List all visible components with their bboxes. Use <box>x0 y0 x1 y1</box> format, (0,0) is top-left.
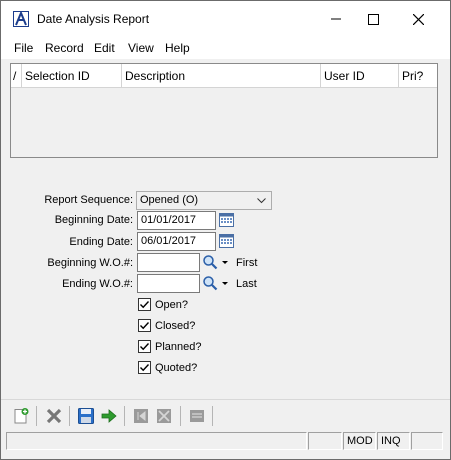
dropdown-arrow-icon[interactable] <box>220 275 230 292</box>
beginning-wo-input[interactable] <box>137 253 200 272</box>
maximize-button[interactable] <box>350 1 396 37</box>
toolbar <box>1 399 450 431</box>
status-cell-blank <box>308 432 342 450</box>
beginning-wo-label: Beginning W.O.#: <box>47 257 133 269</box>
status-bar: MOD INQ <box>1 432 450 450</box>
search-icon[interactable] <box>202 275 218 291</box>
report-sequence-value: Opened (O) <box>140 194 199 206</box>
expand-icon <box>155 407 173 425</box>
beginning-date-input[interactable]: 01/01/2017 <box>137 211 216 230</box>
beginning-date-label: Beginning Date: <box>54 214 133 226</box>
menu-help[interactable]: Help <box>165 41 190 55</box>
closed-checkbox-label: Closed? <box>155 320 196 332</box>
grid-col-selection-id[interactable]: Selection ID <box>22 64 122 88</box>
toolbar-separator <box>124 406 125 426</box>
search-icon[interactable] <box>202 254 218 270</box>
menu-record[interactable]: Record <box>45 41 84 55</box>
toolbar-separator <box>36 406 37 426</box>
ending-wo-input[interactable] <box>137 274 200 293</box>
new-icon[interactable] <box>12 407 30 425</box>
grid-header: / Selection ID Description User ID Pri? <box>11 64 437 88</box>
status-cell-mod: MOD <box>343 432 376 450</box>
save-icon[interactable] <box>77 407 95 425</box>
grid-col-description[interactable]: Description <box>122 64 321 88</box>
app-window: Date Analysis Report File Record Edit Vi… <box>0 0 451 460</box>
ending-date-label: Ending Date: <box>69 236 133 248</box>
quoted-checkbox-label: Quoted? <box>155 362 198 374</box>
menu-view[interactable]: View <box>128 41 154 55</box>
report-sequence-select[interactable]: Opened (O) <box>136 191 272 210</box>
quoted-checkbox[interactable] <box>138 361 151 374</box>
ending-date-input[interactable]: 06/01/2017 <box>137 232 216 251</box>
close-button[interactable] <box>395 1 441 37</box>
chevron-down-icon <box>257 198 266 204</box>
closed-checkbox[interactable] <box>138 319 151 332</box>
report-sequence-label: Report Sequence: <box>44 194 133 206</box>
status-cell-message <box>6 432 307 450</box>
menu-bar: File Record Edit View Help <box>1 37 450 59</box>
ending-wo-label: Ending W.O.#: <box>62 278 133 290</box>
planned-checkbox-label: Planned? <box>155 341 202 353</box>
menu-file[interactable]: File <box>14 41 33 55</box>
calendar-icon[interactable] <box>219 233 236 250</box>
first-icon <box>132 407 150 425</box>
first-link[interactable]: First <box>236 255 257 271</box>
toolbar-separator <box>69 406 70 426</box>
title-bar: Date Analysis Report <box>1 1 450 37</box>
app-logo-icon <box>13 11 29 27</box>
open-checkbox[interactable] <box>138 298 151 311</box>
planned-checkbox[interactable] <box>138 340 151 353</box>
list-icon <box>188 407 206 425</box>
grid-col-pri[interactable]: Pri? <box>399 64 437 88</box>
go-icon[interactable] <box>100 407 118 425</box>
window-title: Date Analysis Report <box>37 12 150 26</box>
last-link[interactable]: Last <box>236 276 257 292</box>
open-checkbox-label: Open? <box>155 299 189 311</box>
delete-icon[interactable] <box>45 407 63 425</box>
menu-edit[interactable]: Edit <box>94 41 115 55</box>
status-cell-extra <box>411 432 443 450</box>
toolbar-separator <box>212 406 213 426</box>
calendar-icon[interactable] <box>219 212 236 229</box>
toolbar-separator <box>180 406 181 426</box>
status-cell-inq: INQ <box>377 432 410 450</box>
grid-col-user-id[interactable]: User ID <box>321 64 399 88</box>
selection-grid[interactable]: / Selection ID Description User ID Pri? <box>10 63 438 158</box>
grid-col-edit[interactable]: / <box>11 64 22 88</box>
dropdown-arrow-icon[interactable] <box>220 254 230 271</box>
